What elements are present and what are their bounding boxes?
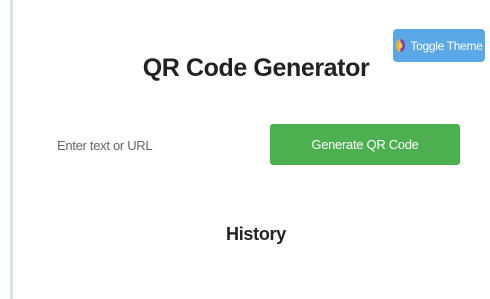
history-heading: History — [226, 224, 286, 244]
generate-qr-button[interactable]: Generate QR Code — [270, 124, 460, 165]
left-border-divider — [10, 0, 13, 299]
app-page: Toggle Theme QR Code Generator Generate … — [0, 0, 490, 299]
toggle-theme-label: Toggle Theme — [410, 38, 483, 53]
text-url-input[interactable] — [45, 128, 245, 162]
palette-icon — [395, 38, 406, 53]
page-title: QR Code Generator — [142, 54, 370, 82]
